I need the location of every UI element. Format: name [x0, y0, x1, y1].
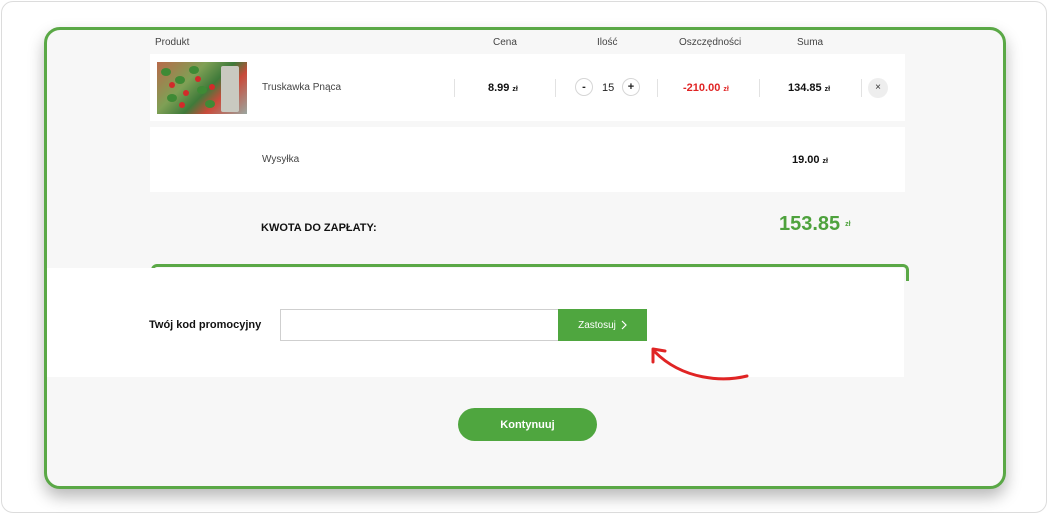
divider [657, 79, 658, 97]
shipping-value: 19.00 zł [792, 154, 828, 166]
header-savings: Oszczędności [679, 37, 742, 48]
total-value: 153.85 zł [779, 213, 851, 235]
header-qty: Ilość [597, 37, 618, 48]
divider [454, 79, 455, 97]
product-name[interactable]: Truskawka Pnąca [262, 82, 341, 93]
total-label: KWOTA DO ZAPŁATY: [261, 222, 377, 234]
promo-label: Twój kod promocyjny [149, 319, 262, 331]
qty-plus-button[interactable]: + [622, 78, 640, 96]
product-sum: 134.85 zł [788, 82, 831, 94]
table-row: Truskawka Pnąca 8.99 zł - 15 + -210.00 zł … [150, 54, 905, 121]
chevron-right-icon [621, 320, 627, 330]
product-savings: -210.00 zł [683, 82, 729, 94]
annotation-arrow-icon [651, 347, 749, 381]
product-price: 8.99 zł [488, 82, 518, 94]
continue-button[interactable]: Kontynuuj [458, 408, 597, 441]
product-image[interactable] [157, 62, 247, 114]
qty-minus-button[interactable]: - [575, 78, 593, 96]
apply-promo-button[interactable]: Zastosuj [558, 309, 647, 341]
promo-code-input[interactable] [280, 309, 560, 341]
shipping-label: Wysyłka [262, 154, 300, 165]
header-sum: Suma [797, 37, 824, 48]
cart-card: Produkt Cena Ilość Oszczędności Suma Tru… [44, 27, 1006, 489]
divider [555, 79, 556, 97]
remove-item-icon[interactable]: × [868, 78, 888, 98]
shipping-row: Wysyłka 19.00 zł [150, 127, 905, 192]
divider [759, 79, 760, 97]
apply-label: Zastosuj [578, 319, 616, 331]
divider [861, 79, 862, 97]
qty-value[interactable]: 15 [602, 82, 614, 94]
header-product: Produkt [155, 37, 190, 48]
header-price: Cena [493, 37, 517, 48]
